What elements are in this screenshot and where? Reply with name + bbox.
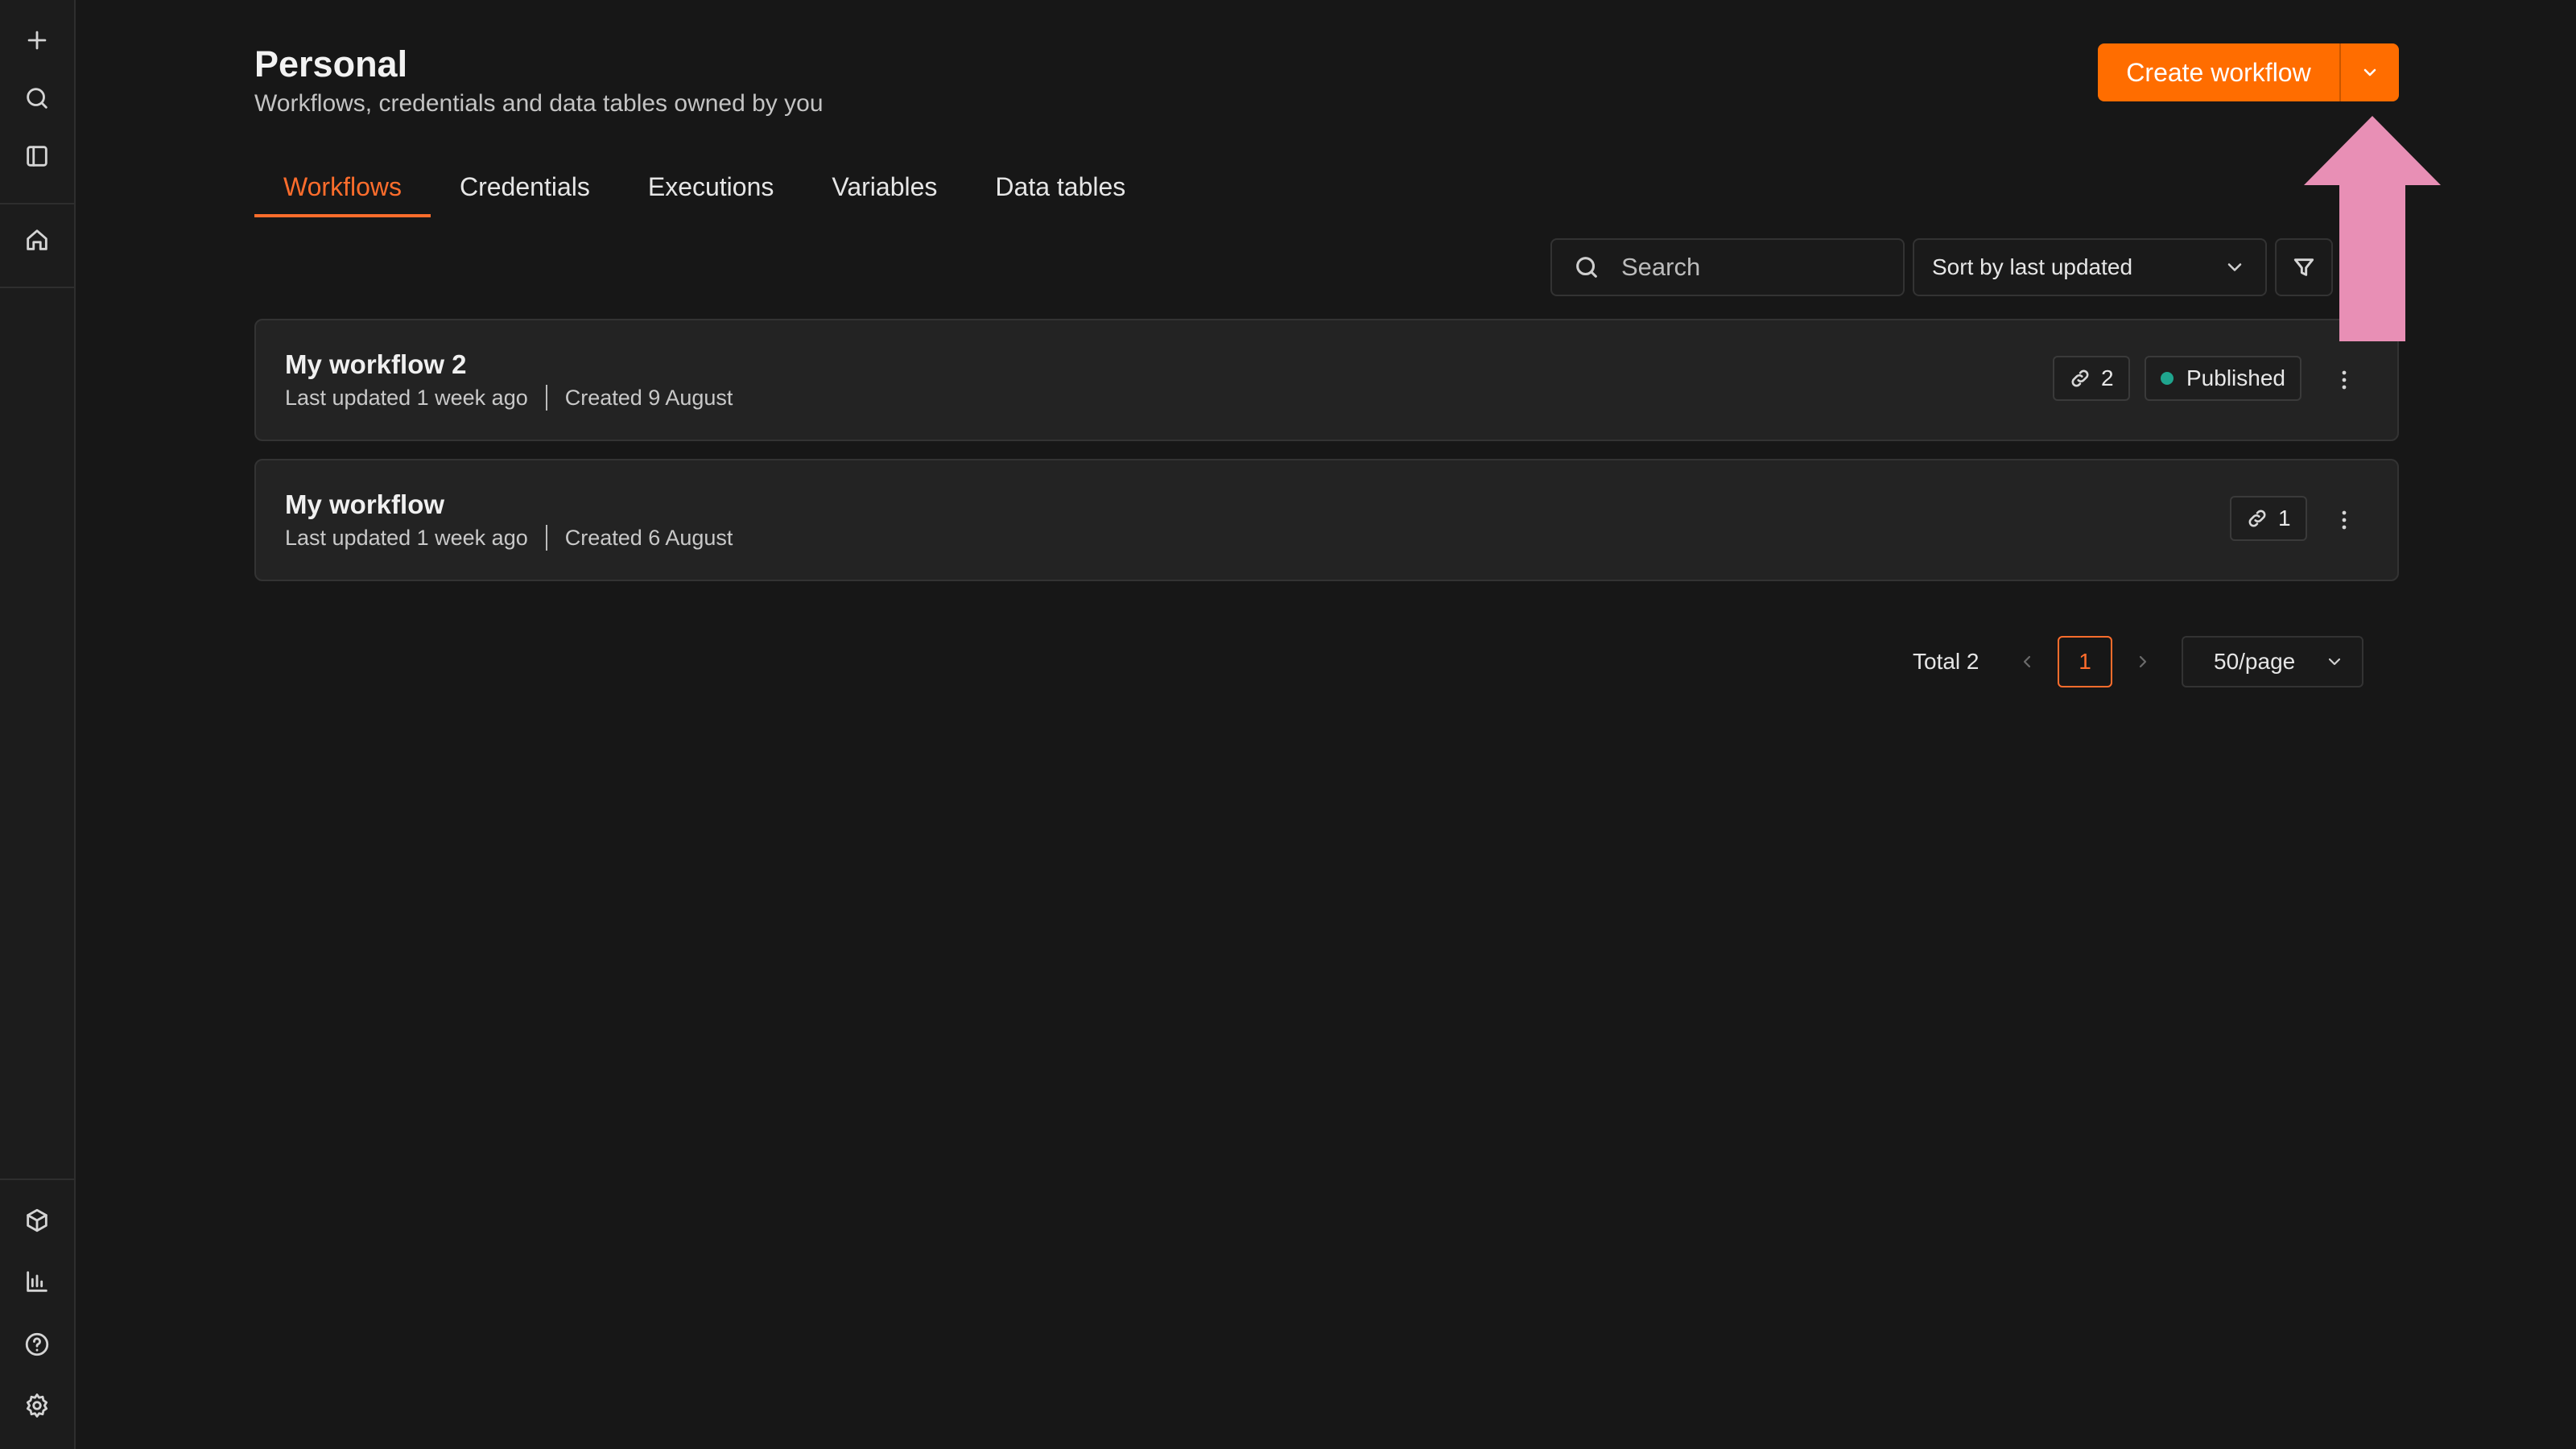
page-title: Personal — [254, 43, 408, 85]
workflow-name[interactable]: My workflow — [285, 489, 444, 520]
create-workflow-dropdown-button[interactable] — [2341, 43, 2399, 101]
tab-variables[interactable]: Variables — [803, 164, 966, 217]
status-label: Published — [2186, 365, 2285, 390]
link-count: 1 — [2278, 506, 2291, 530]
cube-icon[interactable] — [18, 1201, 56, 1240]
sidebar-divider — [0, 203, 74, 204]
tab-credentials[interactable]: Credentials — [431, 164, 619, 217]
settings-icon[interactable] — [18, 1386, 56, 1425]
workflow-name[interactable]: My workflow 2 — [285, 349, 467, 380]
search-icon — [1576, 257, 1597, 278]
workflow-created: Created 9 August — [564, 385, 733, 410]
more-options-button[interactable] — [2325, 361, 2363, 399]
chevron-right-icon — [2139, 655, 2147, 668]
tab-workflows[interactable]: Workflows — [254, 164, 431, 217]
search-box — [1550, 238, 1905, 296]
create-workflow-button[interactable]: Create workflow — [2098, 43, 2341, 101]
chevron-left-icon — [2023, 655, 2031, 668]
tab-bar: Workflows Credentials Executions Variabl… — [254, 164, 1154, 217]
sort-label: Sort by last updated — [1932, 254, 2133, 279]
link-count: 2 — [2101, 365, 2114, 390]
sidebar-divider — [0, 287, 74, 288]
prev-page-button[interactable] — [2011, 644, 2043, 679]
sidebar — [0, 0, 76, 1449]
search-input[interactable] — [1621, 253, 1879, 282]
workflow-meta: Last updated 1 week ago Created 9 August — [285, 385, 733, 411]
more-vertical-icon — [2342, 370, 2347, 390]
more-options-button[interactable] — [2325, 501, 2363, 539]
chevron-down-icon — [2328, 658, 2341, 666]
workflow-card[interactable]: My workflow Last updated 1 week ago Crea… — [254, 459, 2399, 581]
pagination-total: Total 2 — [1913, 649, 1979, 674]
published-dot-icon — [2161, 372, 2174, 385]
next-page-button[interactable] — [2127, 644, 2159, 679]
status-badge: Published — [2145, 356, 2301, 401]
page-subtitle: Workflows, credentials and data tables o… — [254, 90, 824, 117]
page-number-button[interactable]: 1 — [2058, 636, 2112, 687]
help-icon[interactable] — [18, 1325, 56, 1364]
sidebar-toggle-icon[interactable] — [18, 137, 56, 175]
chevron-down-icon — [2363, 68, 2376, 76]
plus-icon[interactable] — [18, 21, 56, 60]
create-workflow-split-button: Create workflow — [2098, 43, 2399, 101]
meta-separator — [545, 385, 547, 411]
link-icon — [2071, 369, 2089, 387]
tab-data-tables[interactable]: Data tables — [966, 164, 1154, 217]
link-count-badge[interactable]: 2 — [2053, 356, 2130, 401]
annotation-arrow-icon — [2304, 116, 2441, 341]
tab-executions[interactable]: Executions — [619, 164, 803, 217]
link-icon — [2248, 510, 2266, 527]
workflow-created: Created 6 August — [564, 525, 733, 550]
search-icon[interactable] — [18, 79, 56, 118]
per-page-select[interactable]: 50/page — [2182, 636, 2363, 687]
sort-select[interactable]: Sort by last updated — [1913, 238, 2267, 296]
chevron-down-icon — [2227, 263, 2242, 271]
sidebar-divider — [0, 1179, 74, 1180]
home-icon[interactable] — [18, 221, 56, 259]
more-vertical-icon — [2342, 510, 2347, 530]
workflow-updated: Last updated 1 week ago — [285, 525, 528, 550]
meta-separator — [545, 525, 547, 551]
workflow-updated: Last updated 1 week ago — [285, 385, 528, 410]
workflow-meta: Last updated 1 week ago Created 6 August — [285, 525, 733, 551]
link-count-badge[interactable]: 1 — [2230, 496, 2307, 541]
workflow-card[interactable]: My workflow 2 Last updated 1 week ago Cr… — [254, 319, 2399, 441]
per-page-label: 50/page — [2214, 649, 2296, 674]
chart-icon[interactable] — [18, 1262, 56, 1301]
